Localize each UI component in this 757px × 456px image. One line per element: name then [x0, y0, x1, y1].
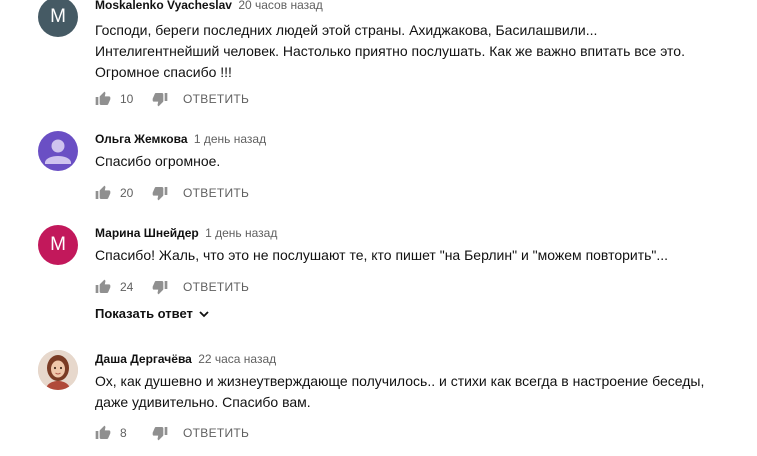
timestamp[interactable]: 20 часов назад — [238, 0, 322, 12]
thumbs-up-icon[interactable] — [95, 185, 111, 201]
avatar-letter: M — [50, 234, 66, 255]
timestamp[interactable]: 1 день назад — [194, 132, 266, 146]
avatar-letter: M — [50, 6, 66, 27]
author-name[interactable]: Ольга Жемкова — [95, 132, 188, 146]
thumbs-up-icon[interactable] — [95, 91, 111, 107]
comment-header: Даша Дергачёва 22 часа назад — [95, 352, 276, 366]
author-name[interactable]: Даша Дергачёва — [95, 352, 192, 366]
avatar[interactable] — [38, 131, 78, 171]
thumbs-down-icon[interactable] — [152, 425, 168, 441]
like-count: 20 — [120, 186, 134, 200]
reply-button[interactable]: ОТВЕТИТЬ — [183, 280, 249, 294]
like-count: 10 — [120, 92, 134, 106]
timestamp[interactable]: 1 день назад — [205, 226, 277, 240]
comment-line: Ох, как душевно и жизнеутверждающе получ… — [95, 373, 705, 389]
avatar[interactable] — [38, 350, 78, 390]
reply-button[interactable]: ОТВЕТИТЬ — [183, 186, 249, 200]
person-icon — [45, 139, 71, 164]
comment-line: Господи, береги последних людей этой стр… — [95, 22, 598, 38]
like-count: 24 — [120, 280, 134, 294]
author-name[interactable]: Марина Шнейдер — [95, 226, 199, 240]
comment-text: Ох, как душевно и жизнеутверждающе получ… — [95, 371, 715, 413]
comment-actions: 20 ОТВЕТИТЬ — [95, 184, 249, 202]
avatar[interactable]: M — [38, 0, 78, 37]
comment-line: Интелигентнейший человек. Настолько прия… — [95, 43, 685, 59]
comment-header: Марина Шнейдер 1 день назад — [95, 226, 277, 240]
user-photo — [38, 350, 78, 390]
reply-button[interactable]: ОТВЕТИТЬ — [183, 92, 249, 106]
reply-button[interactable]: ОТВЕТИТЬ — [183, 426, 249, 440]
comment-actions: 10 ОТВЕТИТЬ — [95, 90, 249, 108]
comment-line: даже удивительно. Спасибо вам. — [95, 394, 311, 410]
thumbs-down-icon[interactable] — [152, 279, 168, 295]
thumbs-up-icon[interactable] — [95, 279, 111, 295]
chevron-down-icon — [199, 310, 209, 317]
thumbs-down-icon[interactable] — [152, 185, 168, 201]
like-count: 8 — [120, 426, 127, 440]
comment-text: Господи, береги последних людей этой стр… — [95, 20, 715, 83]
comment-actions: 8 ОТВЕТИТЬ — [95, 424, 249, 442]
comment-actions: 24 ОТВЕТИТЬ — [95, 278, 249, 296]
avatar[interactable]: M — [38, 225, 78, 265]
thumbs-down-icon[interactable] — [152, 91, 168, 107]
comment-header: Moskalenko Vyacheslav 20 часов назад — [95, 0, 323, 12]
comment-line: Огромное спасибо !!! — [95, 64, 232, 80]
author-name[interactable]: Moskalenko Vyacheslav — [95, 0, 232, 12]
comment-header: Ольга Жемкова 1 день назад — [95, 132, 266, 146]
comment-text: Спасибо! Жаль, что это не послушают те, … — [95, 245, 715, 266]
comment-line: Спасибо! Жаль, что это не послушают те, … — [95, 247, 669, 263]
thumbs-up-icon[interactable] — [95, 425, 111, 441]
show-replies-button[interactable]: Показать ответ — [95, 306, 210, 321]
show-replies-label: Показать ответ — [95, 306, 193, 321]
comment-line: Спасибо огромное. — [95, 153, 221, 169]
timestamp[interactable]: 22 часа назад — [198, 352, 276, 366]
comment-text: Спасибо огромное. — [95, 151, 715, 172]
